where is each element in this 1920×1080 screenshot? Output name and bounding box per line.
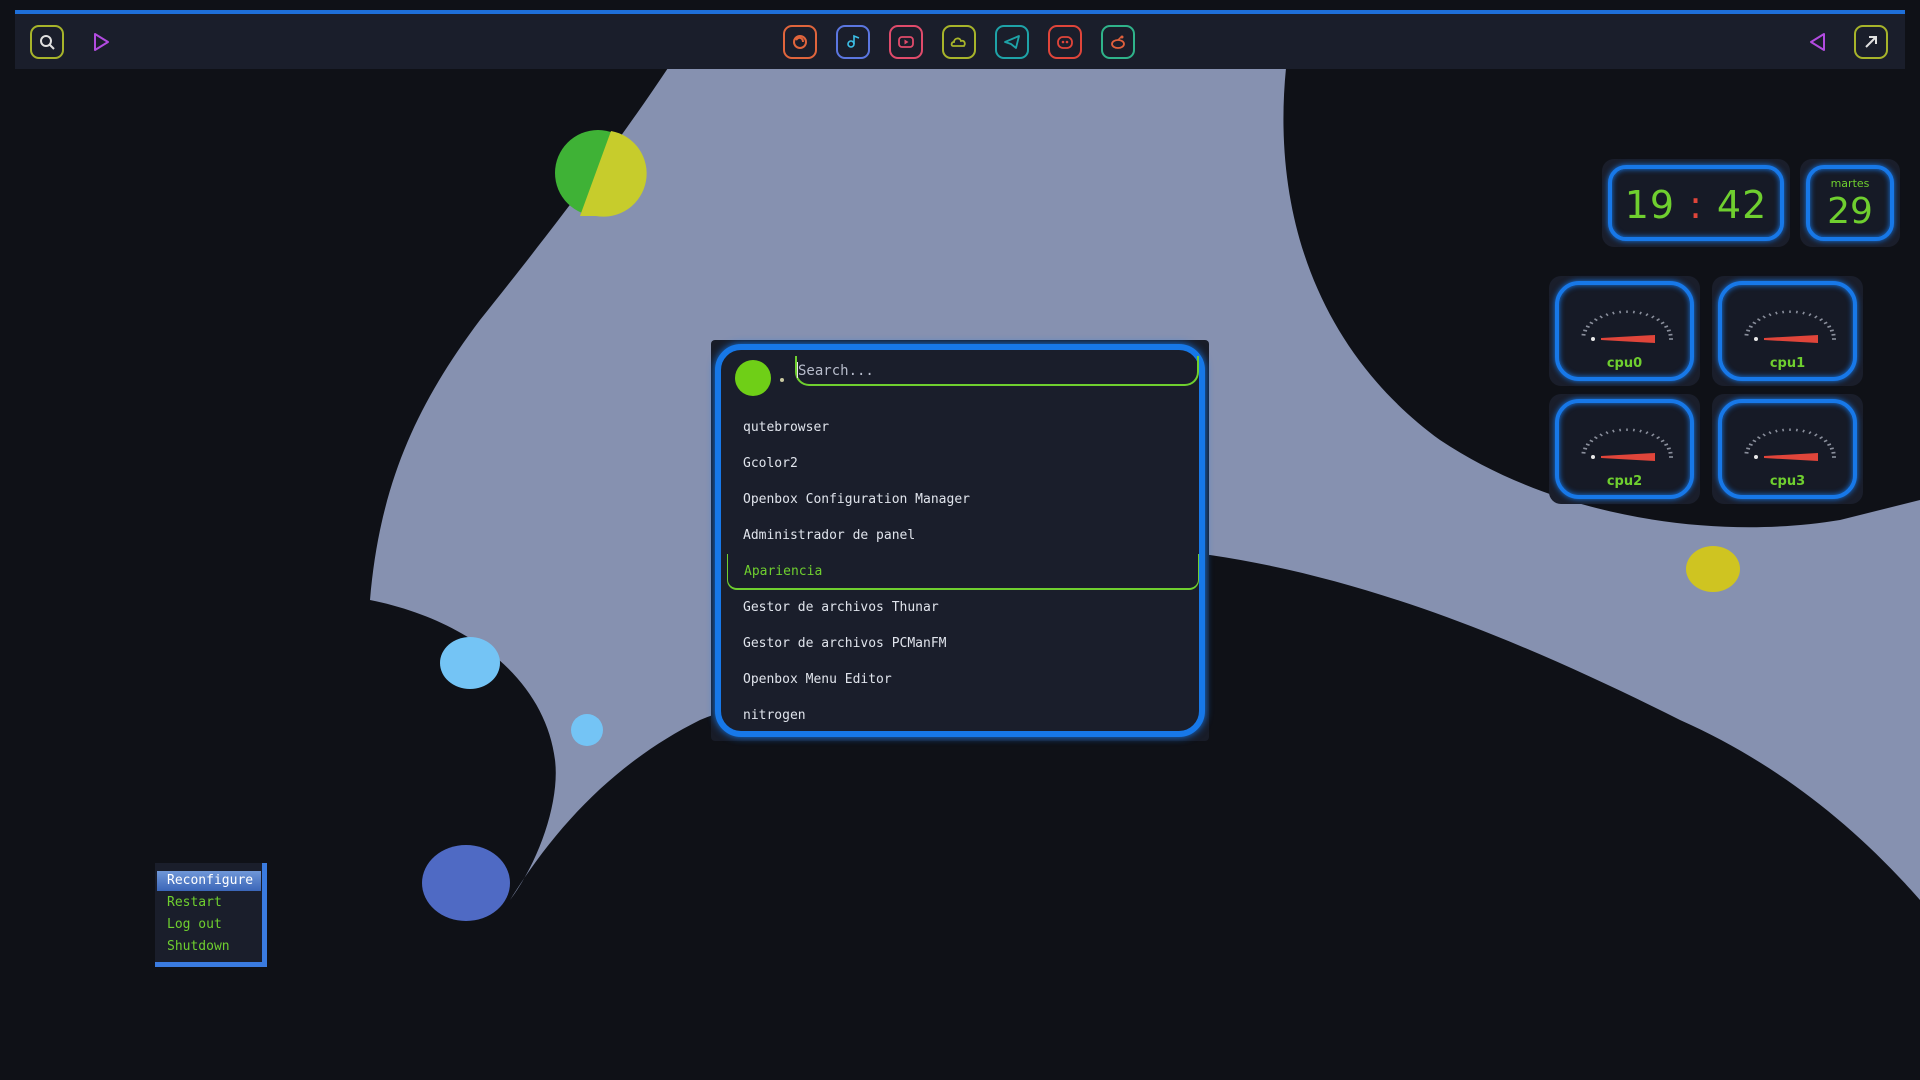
- cpu-gauge: cpu1: [1712, 276, 1863, 386]
- music-icon: [847, 34, 860, 48]
- launcher-result-item[interactable]: Gestor de archivos Thunar: [727, 590, 1199, 626]
- wallpaper-circle-yellow-right: [1686, 546, 1740, 592]
- cpu-gauge: cpu3: [1712, 394, 1863, 504]
- date-widget: martes 29: [1800, 159, 1900, 247]
- search-icon: [40, 35, 55, 50]
- cpu-gauge-label: cpu0: [1606, 356, 1643, 371]
- ob-menu-item-reconfigure[interactable]: Reconfigure: [157, 871, 261, 891]
- exit-arrow-button[interactable]: [1854, 25, 1888, 59]
- telegram-icon: [1004, 35, 1020, 49]
- date-day-number: 29: [1827, 191, 1873, 232]
- cloud-button[interactable]: [942, 25, 976, 59]
- launcher-result-item[interactable]: Openbox Menu Editor: [727, 662, 1199, 698]
- music-button[interactable]: [836, 25, 870, 59]
- gauge-needle: [1764, 453, 1818, 461]
- openbox-root-menu: Reconfigure Restart Log out Shutdown: [155, 863, 267, 967]
- launcher-result-item[interactable]: Openbox Configuration Manager: [727, 482, 1199, 518]
- search-placeholder: Search...: [798, 363, 874, 379]
- results-list: qutebrowser Gcolor2 Openbox Configuration …: [721, 410, 1199, 734]
- search-button[interactable]: [30, 25, 64, 59]
- launcher-frame: Search... qutebrowser Gcolor2 Openbox Conf…: [715, 344, 1205, 737]
- reddit-icon: [1111, 35, 1125, 49]
- wallpaper-circle-indigo: [422, 845, 510, 921]
- youtube-icon: [898, 36, 914, 48]
- date-day-name: martes: [1830, 177, 1870, 190]
- play-button[interactable]: [83, 25, 117, 59]
- launcher-result-item[interactable]: Apariencia: [727, 554, 1199, 590]
- wallpaper-circle-light-blue: [440, 637, 500, 689]
- back-triangle-button[interactable]: [1801, 25, 1835, 59]
- youtube-button[interactable]: [889, 25, 923, 59]
- cpu-gauge: cpu0: [1549, 276, 1700, 386]
- cpu-gauge-label: cpu1: [1769, 356, 1806, 371]
- cloud-icon: [950, 37, 966, 47]
- reddit-button[interactable]: [1101, 25, 1135, 59]
- exit-arrow-icon: [1865, 36, 1877, 48]
- firefox-button[interactable]: [783, 25, 817, 59]
- clock-separator: :: [1689, 183, 1703, 227]
- cpu-gauge-label: cpu2: [1606, 474, 1643, 489]
- launcher-result-item[interactable]: Gestor de archivos PCManFM: [727, 626, 1199, 662]
- telegram-button[interactable]: [995, 25, 1029, 59]
- ob-menu-item-log-out[interactable]: Log out: [157, 915, 261, 935]
- ob-menu-item-restart[interactable]: Restart: [157, 893, 261, 913]
- launcher-result-item[interactable]: nitrogen: [727, 698, 1199, 734]
- discord-icon: [1057, 36, 1073, 49]
- launcher-result-item[interactable]: Gcolor2: [727, 446, 1199, 482]
- firefox-icon: [793, 35, 807, 49]
- back-triangle-icon: [1810, 33, 1825, 51]
- launcher-result-item[interactable]: Administrador de panel: [727, 518, 1199, 554]
- gauge-needle: [1764, 335, 1818, 343]
- ob-menu-item-shutdown[interactable]: Shutdown: [157, 937, 261, 957]
- launcher-mode-indicator: [735, 360, 771, 396]
- discord-button[interactable]: [1048, 25, 1082, 59]
- wallpaper-circle-small-blue: [571, 714, 603, 746]
- search-input[interactable]: Search...: [795, 356, 1199, 386]
- clock-minute: 42: [1716, 183, 1768, 227]
- gauge-needle: [1601, 453, 1655, 461]
- gauge-needle: [1601, 335, 1655, 343]
- clock-hour: 19: [1624, 183, 1676, 227]
- cpu-gauge-label: cpu3: [1769, 474, 1806, 489]
- top-panel: [15, 10, 1905, 69]
- play-icon: [94, 33, 109, 51]
- app-launcher: Search... qutebrowser Gcolor2 Openbox Conf…: [711, 340, 1209, 741]
- clock-widget: 19:42: [1602, 159, 1790, 247]
- cpu-gauge: cpu2: [1549, 394, 1700, 504]
- clock-time: 19:42: [1612, 183, 1780, 227]
- launcher-separator-dot: [780, 378, 784, 382]
- launcher-result-item[interactable]: qutebrowser: [727, 410, 1199, 446]
